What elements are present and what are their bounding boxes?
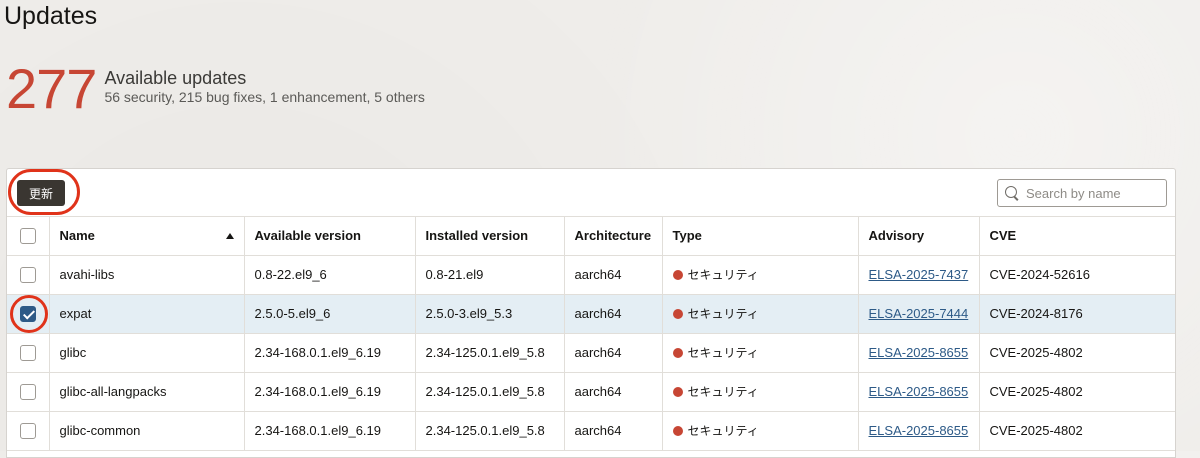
- type-label: セキュリティ: [687, 424, 759, 438]
- cve-id: CVE-2025-4802: [979, 372, 1175, 412]
- type-label: セキュリティ: [687, 268, 759, 282]
- column-header-name[interactable]: Name: [49, 217, 245, 256]
- package-name: glibc: [49, 333, 245, 373]
- toolbar: 更新: [7, 169, 1175, 217]
- updates-table: Name Available version Installed version…: [7, 217, 1175, 451]
- cve-id: CVE-2025-4802: [979, 411, 1175, 451]
- type-cell: セキュリティ: [662, 372, 859, 412]
- installed-version: 0.8-21.el9: [415, 255, 565, 295]
- available-version: 2.34-168.0.1.el9_6.19: [244, 372, 416, 412]
- column-header-type[interactable]: Type: [662, 217, 859, 256]
- advisory-cell: ELSA-2025-8655: [858, 411, 980, 451]
- architecture: aarch64: [564, 411, 663, 451]
- architecture: aarch64: [564, 294, 663, 334]
- row-checkbox[interactable]: [19, 344, 36, 361]
- status-dot-icon: [672, 270, 683, 280]
- sort-ascending-icon[interactable]: [225, 233, 234, 240]
- advisory-link[interactable]: ELSA-2025-8655: [869, 384, 969, 399]
- advisory-link[interactable]: ELSA-2025-8655: [869, 345, 969, 360]
- row-checkbox[interactable]: [19, 422, 36, 439]
- search-input[interactable]: [1024, 184, 1164, 202]
- installed-version: 2.34-125.0.1.el9_5.8: [415, 411, 565, 451]
- row-checkbox[interactable]: [19, 383, 36, 400]
- table-row[interactable]: expat 2.5.0-5.el9_6 2.5.0-3.el9_5.3 aarc…: [7, 294, 1175, 334]
- type-cell: セキュリティ: [662, 333, 859, 373]
- page-title: Updates: [4, 2, 98, 30]
- column-header-cve[interactable]: CVE: [979, 217, 1175, 256]
- available-version: 0.8-22.el9_6: [244, 255, 416, 295]
- table-row[interactable]: glibc-all-langpacks 2.34-168.0.1.el9_6.1…: [7, 372, 1175, 412]
- architecture: aarch64: [564, 333, 663, 373]
- type-cell: セキュリティ: [662, 411, 859, 451]
- cve-id: CVE-2025-4802: [979, 333, 1175, 373]
- summary-text: Available updates 56 security, 215 bug f…: [104, 68, 424, 106]
- installed-version: 2.34-125.0.1.el9_5.8: [415, 372, 565, 412]
- type-cell: セキュリティ: [662, 294, 859, 334]
- updates-summary: 277 Available updates 56 security, 215 b…: [6, 57, 425, 120]
- advisory-link[interactable]: ELSA-2025-7437: [869, 267, 969, 282]
- row-select-cell: [7, 255, 50, 295]
- status-dot-icon: [672, 387, 683, 397]
- package-name: expat: [49, 294, 245, 334]
- column-header-advisory[interactable]: Advisory: [858, 217, 980, 256]
- table-row[interactable]: avahi-libs 0.8-22.el9_6 0.8-21.el9 aarch…: [7, 255, 1175, 295]
- package-name: avahi-libs: [49, 255, 245, 295]
- available-version: 2.5.0-5.el9_6: [244, 294, 416, 334]
- advisory-cell: ELSA-2025-7444: [858, 294, 980, 334]
- table-row[interactable]: glibc 2.34-168.0.1.el9_6.19 2.34-125.0.1…: [7, 333, 1175, 373]
- type-cell: セキュリティ: [662, 255, 859, 295]
- type-label: セキュリティ: [687, 346, 759, 360]
- row-checkbox[interactable]: [19, 266, 36, 283]
- architecture: aarch64: [564, 255, 663, 295]
- status-dot-icon: [672, 426, 683, 436]
- select-all-checkbox[interactable]: [19, 228, 36, 245]
- advisory-cell: ELSA-2025-8655: [858, 333, 980, 373]
- package-name: glibc-all-langpacks: [49, 372, 245, 412]
- package-name: glibc-common: [49, 411, 245, 451]
- status-dot-icon: [672, 309, 683, 319]
- available-version: 2.34-168.0.1.el9_6.19: [244, 333, 416, 373]
- type-label: セキュリティ: [687, 385, 759, 399]
- advisory-cell: ELSA-2025-7437: [858, 255, 980, 295]
- type-label: セキュリティ: [687, 307, 759, 321]
- updates-count: 277: [6, 57, 97, 120]
- architecture: aarch64: [564, 372, 663, 412]
- summary-detail: 56 security, 215 bug fixes, 1 enhancemen…: [104, 89, 425, 105]
- column-header-installed-version[interactable]: Installed version: [415, 217, 565, 256]
- highlight-ring-checkbox: [10, 295, 48, 333]
- summary-label: Available updates: [104, 68, 247, 88]
- select-all-cell: [7, 217, 50, 256]
- row-select-cell: [7, 333, 50, 373]
- installed-version: 2.5.0-3.el9_5.3: [415, 294, 565, 334]
- table-header-row: Name Available version Installed version…: [7, 217, 1175, 256]
- advisory-cell: ELSA-2025-8655: [858, 372, 980, 412]
- row-select-cell: [7, 411, 50, 451]
- advisory-link[interactable]: ELSA-2025-8655: [869, 423, 969, 438]
- installed-version: 2.34-125.0.1.el9_5.8: [415, 333, 565, 373]
- table-row[interactable]: glibc-common 2.34-168.0.1.el9_6.19 2.34-…: [7, 411, 1175, 451]
- search-box[interactable]: [997, 179, 1167, 207]
- column-header-available-version[interactable]: Available version: [244, 217, 416, 256]
- cve-id: CVE-2024-52616: [979, 255, 1175, 295]
- row-select-cell: [7, 372, 50, 412]
- search-icon: [1004, 185, 1020, 201]
- cve-id: CVE-2024-8176: [979, 294, 1175, 334]
- available-version: 2.34-168.0.1.el9_6.19: [244, 411, 416, 451]
- highlight-ring-refresh: [8, 169, 80, 215]
- column-header-architecture[interactable]: Architecture: [564, 217, 663, 256]
- updates-panel: 更新 Name Available version Installed vers…: [6, 168, 1176, 458]
- advisory-link[interactable]: ELSA-2025-7444: [869, 306, 969, 321]
- status-dot-icon: [672, 348, 683, 358]
